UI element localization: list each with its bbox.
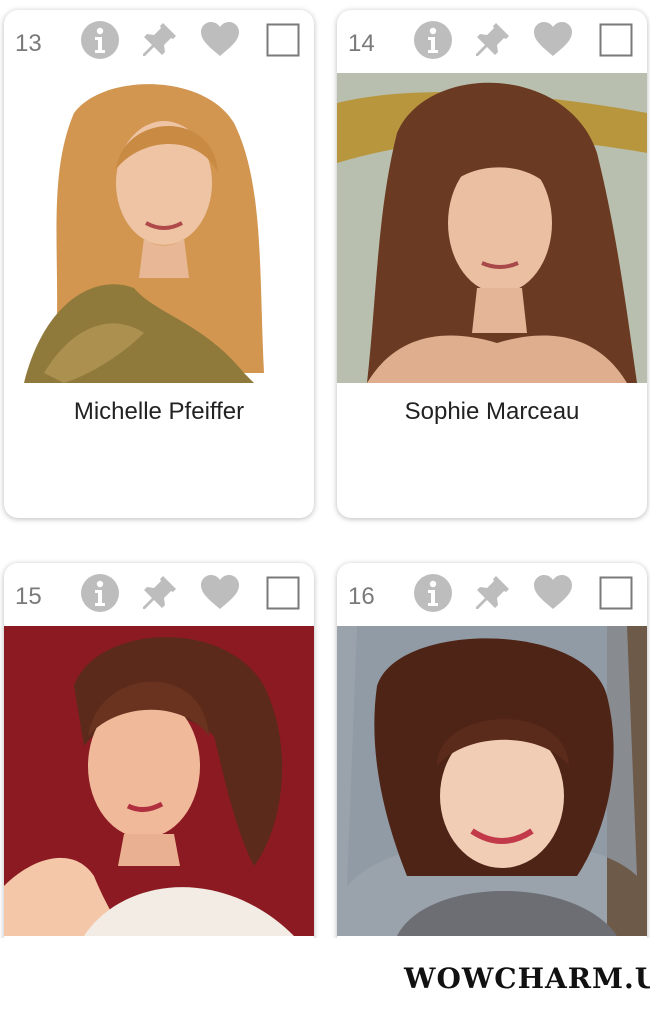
card-toolbar: 14: [337, 10, 647, 73]
pin-icon[interactable]: [139, 20, 179, 60]
celebrity-card[interactable]: 16: [337, 563, 647, 953]
info-icon[interactable]: [80, 20, 120, 60]
site-watermark: WOWCHARM.US: [404, 962, 650, 995]
celebrity-card[interactable]: 14 Sophie Marceau: [337, 10, 647, 518]
heart-icon[interactable]: [200, 573, 240, 613]
pin-icon[interactable]: [472, 20, 512, 60]
celebrity-photo[interactable]: [4, 73, 314, 383]
heart-icon[interactable]: [533, 573, 573, 613]
select-checkbox[interactable]: [599, 576, 633, 610]
card-number: 16: [348, 583, 375, 610]
card-number: 14: [348, 30, 375, 57]
info-icon[interactable]: [80, 573, 120, 613]
info-icon[interactable]: [413, 20, 453, 60]
info-icon[interactable]: [413, 573, 453, 613]
card-toolbar: 16: [337, 563, 647, 626]
select-checkbox[interactable]: [599, 23, 633, 57]
celebrity-photo[interactable]: [337, 626, 647, 936]
celebrity-card[interactable]: 13 Michelle Pfeiffer: [4, 10, 314, 518]
heart-icon[interactable]: [200, 20, 240, 60]
pin-icon[interactable]: [472, 573, 512, 613]
card-number: 15: [15, 583, 42, 610]
card-toolbar: 15: [4, 563, 314, 626]
celebrity-name[interactable]: Sophie Marceau: [337, 398, 647, 426]
celebrity-card[interactable]: 15: [4, 563, 314, 953]
card-toolbar: 13: [4, 10, 314, 73]
celebrity-photo[interactable]: [337, 73, 647, 383]
select-checkbox[interactable]: [266, 23, 300, 57]
card-number: 13: [15, 30, 42, 57]
heart-icon[interactable]: [533, 20, 573, 60]
select-checkbox[interactable]: [266, 576, 300, 610]
pin-icon[interactable]: [139, 573, 179, 613]
celebrity-photo[interactable]: [4, 626, 314, 936]
celebrity-name[interactable]: Michelle Pfeiffer: [4, 398, 314, 426]
